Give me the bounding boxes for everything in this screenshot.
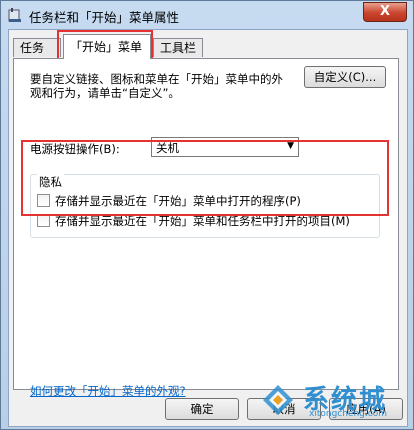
watermark-subtext: xitongcheng.com bbox=[309, 409, 387, 419]
start-menu-help-link[interactable]: 如何更改「开始」菜单的外观? bbox=[30, 383, 186, 399]
watermark-logo-icon bbox=[263, 385, 293, 415]
window-title: 任务栏和「开始」菜单属性 bbox=[29, 10, 180, 25]
ok-button[interactable]: 确定 bbox=[165, 398, 239, 420]
close-icon: X bbox=[379, 4, 391, 19]
properties-window: 任务栏和「开始」菜单属性 X 任务栏 「开始」菜单 工具栏 要自定义链接、图标和… bbox=[0, 0, 414, 430]
customize-button[interactable]: 自定义(C)... bbox=[304, 66, 386, 88]
taskbar-app-icon bbox=[8, 8, 21, 22]
recent-items-label: 存储并显示最近在「开始」菜单和任务栏中打开的项目(M) bbox=[55, 214, 350, 228]
tab-start-menu[interactable]: 「开始」菜单 bbox=[63, 34, 151, 59]
title-bar[interactable]: 任务栏和「开始」菜单属性 X bbox=[1, 1, 413, 29]
privacy-highlight-box bbox=[21, 140, 389, 216]
dialog-body: 任务栏 「开始」菜单 工具栏 要自定义链接、图标和菜单在「开始」菜单中的外观和行… bbox=[8, 29, 408, 427]
tab-label: 工具栏 bbox=[160, 41, 197, 55]
close-button[interactable]: X bbox=[363, 2, 407, 22]
site-watermark: 系统城 xitongcheng.com bbox=[259, 379, 409, 423]
tab-label: 「开始」菜单 bbox=[70, 40, 143, 54]
tab-toolbars[interactable]: 工具栏 bbox=[153, 38, 203, 57]
start-menu-panel: 要自定义链接、图标和菜单在「开始」菜单中的外观和行为，请单击“自定义”。 自定义… bbox=[13, 58, 399, 398]
customize-description: 要自定义链接、图标和菜单在「开始」菜单中的外观和行为，请单击“自定义”。 bbox=[30, 72, 283, 100]
tab-taskbar[interactable]: 任务栏 bbox=[13, 38, 61, 74]
